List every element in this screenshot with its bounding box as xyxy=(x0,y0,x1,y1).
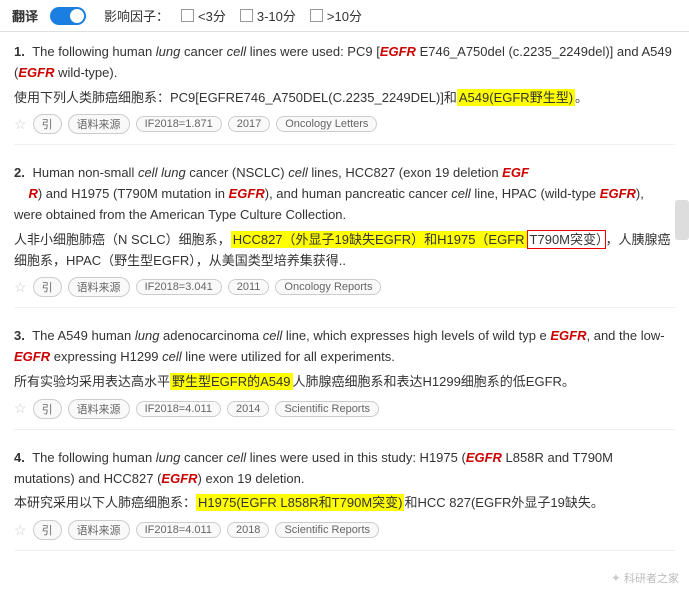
result-item-3: 3. The A549 human lung adenocarcinoma ce… xyxy=(14,326,675,429)
result-4-meta: ☆ 引 语料来源 IF2018=4.011 2018 Scientific Re… xyxy=(14,520,675,540)
result-1-meta: ☆ 引 语料来源 IF2018=1.871 2017 Oncology Lett… xyxy=(14,114,675,134)
source-btn-4[interactable]: 语料来源 xyxy=(68,520,130,540)
egfr-red-4a: EGFR xyxy=(466,450,502,465)
result-4-highlight: H1975(EGFR L858R和T790M突变) xyxy=(196,494,404,511)
journal-badge-4: Scientific Reports xyxy=(275,522,379,538)
lung-italic-3: lung xyxy=(135,328,160,343)
egfr-red-3b: EGFR xyxy=(14,349,50,364)
checkbox-item-2[interactable]: 3-10分 xyxy=(240,6,296,25)
result-1-en: 1. The following human lung cancer cell … xyxy=(14,42,675,84)
checkbox-label-2: 3-10分 xyxy=(257,6,296,25)
year-badge-4: 2018 xyxy=(227,522,269,538)
source-btn-3[interactable]: 语料来源 xyxy=(68,399,130,419)
results-list: 1. The following human lung cancer cell … xyxy=(0,32,689,579)
checkbox-label-1: <3分 xyxy=(198,6,226,25)
factor-label: 影响因子： xyxy=(104,6,169,25)
result-3-number: 3. xyxy=(14,328,25,343)
if-badge-1: IF2018=1.871 xyxy=(136,116,222,132)
translate-label: 翻译 xyxy=(12,6,38,25)
result-item-2: 2. Human non-small cell lung cancer (NSC… xyxy=(14,163,675,308)
cell-italic-3: cell xyxy=(263,328,283,343)
checkbox-box-1[interactable] xyxy=(181,9,194,22)
if-badge-2: IF2018=3.041 xyxy=(136,279,222,295)
if-badge-3: IF2018=4.011 xyxy=(136,401,221,417)
egfr-red-2c: EGFR xyxy=(600,186,636,201)
source-btn-2[interactable]: 语料来源 xyxy=(68,277,130,297)
star-icon-3[interactable]: ☆ xyxy=(14,400,27,417)
journal-badge-1: Oncology Letters xyxy=(276,116,377,132)
result-4-en: 4. The following human lung cancer cell … xyxy=(14,448,675,490)
if-badge-4: IF2018=4.011 xyxy=(136,522,221,538)
year-badge-2: 2011 xyxy=(228,279,270,295)
cell-italic-4: cell xyxy=(227,450,247,465)
cite-btn-2[interactable]: 引 xyxy=(33,277,62,297)
cite-btn-4[interactable]: 引 xyxy=(33,520,62,540)
result-2-number: 2. xyxy=(14,165,25,180)
egfr-red-1b: EGFR xyxy=(18,65,54,80)
result-3-highlight: 野生型EGFR的A549 xyxy=(170,373,292,390)
result-4-number: 4. xyxy=(14,450,25,465)
star-icon-1[interactable]: ☆ xyxy=(14,116,27,133)
year-badge-1: 2017 xyxy=(228,116,270,132)
checkbox-item-3[interactable]: >10分 xyxy=(310,6,362,25)
result-3-en: 3. The A549 human lung adenocarcinoma ce… xyxy=(14,326,675,368)
result-3-zh: 所有实验均采用表达高水平野生型EGFR的A549人肺腺癌细胞系和表达H1299细… xyxy=(14,372,675,393)
lung-italic-1: lung xyxy=(156,44,181,59)
result-1-zh: 使用下列人类肺癌细胞系：PC9[EGFRE746_A750DEL(C.2235_… xyxy=(14,88,675,109)
result-2-highlight2: T790M突变） xyxy=(527,230,606,249)
result-1-number: 1. xyxy=(14,44,25,59)
egfr-red-3a: EGFR xyxy=(550,328,586,343)
cell-italic-2b: cell xyxy=(288,165,308,180)
watermark-text: 科研者之家 xyxy=(624,573,679,585)
checkbox-item-1[interactable]: <3分 xyxy=(181,6,226,25)
journal-badge-3: Scientific Reports xyxy=(275,401,379,417)
result-2-zh: 人非小细胞肺癌（N SCLC）细胞系，HCC827（外显子19缺失EGFR）和H… xyxy=(14,230,675,272)
result-2-highlight1: HCC827（外显子19缺失EGFR）和H1975（EGFR xyxy=(231,231,527,248)
result-3-meta: ☆ 引 语料来源 IF2018=4.011 2014 Scientific Re… xyxy=(14,399,675,419)
translate-toggle[interactable] xyxy=(50,7,86,25)
lung-italic-2: lung xyxy=(161,165,186,180)
top-bar: 翻译 影响因子： <3分 3-10分 >10分 xyxy=(0,0,689,32)
result-2-en: 2. Human non-small cell lung cancer (NSC… xyxy=(14,163,675,225)
cell-italic-1: cell xyxy=(227,44,247,59)
cell-italic-2c: cell xyxy=(451,186,471,201)
scrollbar[interactable] xyxy=(675,200,689,240)
checkbox-box-3[interactable] xyxy=(310,9,323,22)
checkbox-group: <3分 3-10分 >10分 xyxy=(181,6,362,25)
star-icon-2[interactable]: ☆ xyxy=(14,279,27,296)
journal-badge-2: Oncology Reports xyxy=(275,279,381,295)
egfr-red-2b: EGFR xyxy=(229,186,265,201)
result-item-1: 1. The following human lung cancer cell … xyxy=(14,42,675,145)
checkbox-box-2[interactable] xyxy=(240,9,253,22)
year-badge-3: 2014 xyxy=(227,401,269,417)
result-item-4: 4. The following human lung cancer cell … xyxy=(14,448,675,551)
checkbox-label-3: >10分 xyxy=(327,6,362,25)
cell-italic-3b: cell xyxy=(162,349,182,364)
source-btn-1[interactable]: 语料来源 xyxy=(68,114,130,134)
result-1-highlight: A549(EGFR野生型) xyxy=(457,89,575,106)
result-2-meta: ☆ 引 语料来源 IF2018=3.041 2011 Oncology Repo… xyxy=(14,277,675,297)
cite-btn-3[interactable]: 引 xyxy=(33,399,62,419)
egfr-red-1: EGFR xyxy=(380,44,416,59)
star-icon-4[interactable]: ☆ xyxy=(14,522,27,539)
result-4-zh: 本研究采用以下人肺癌细胞系：H1975(EGFR L858R和T790M突变)和… xyxy=(14,493,675,514)
toggle-knob xyxy=(70,9,84,23)
watermark: ✦ 科研者之家 xyxy=(611,570,679,586)
lung-italic-4: lung xyxy=(156,450,181,465)
egfr-red-4b: EGFR xyxy=(161,471,197,486)
cite-btn-1[interactable]: 引 xyxy=(33,114,62,134)
cell-italic-2: cell xyxy=(138,165,158,180)
